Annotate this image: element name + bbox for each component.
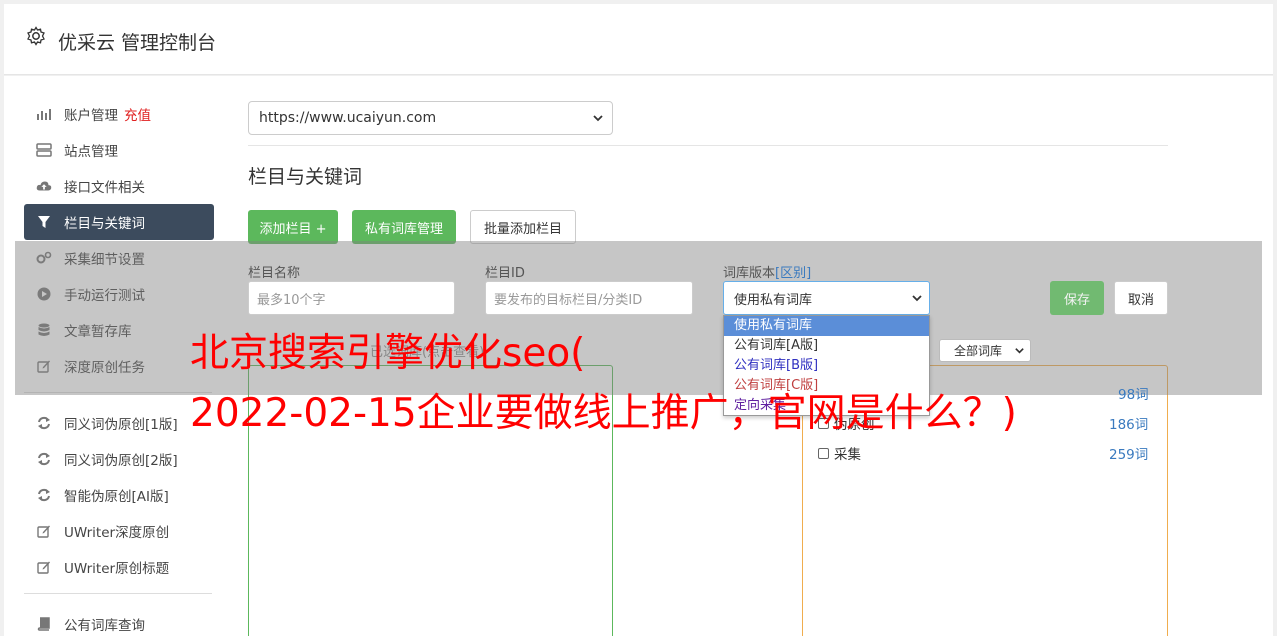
save-button[interactable]: 保存: [1050, 281, 1104, 315]
dropdown-option[interactable]: 公有词库[B版]: [724, 356, 929, 376]
chevron-down-icon: [1015, 348, 1024, 354]
sidebar-item-label: 同义词伪原创[2版]: [64, 453, 178, 469]
add-column-button[interactable]: 添加栏目 +: [248, 210, 338, 244]
lib-filter-select[interactable]: 全部词库: [939, 339, 1031, 362]
lib-row-count: 259词: [1109, 447, 1149, 463]
watermark-line1: 北京搜索引擎优化seo(: [190, 331, 586, 376]
sidebar-item-label: UWriter原创标题: [64, 561, 170, 577]
sidebar-item-label: UWriter深度原创: [64, 525, 170, 541]
refresh-icon: [36, 487, 52, 503]
cloud-upload-icon: [36, 178, 52, 194]
divider: [248, 145, 1168, 146]
lib-version-label-text: 词库版本: [723, 266, 776, 281]
site-select[interactable]: https://www.ucaiyun.com: [248, 101, 613, 135]
bar-chart-icon: [36, 106, 52, 122]
sidebar-item-columns-keywords[interactable]: 栏目与关键词: [24, 204, 214, 240]
sidebar-item-label: 智能伪原创[AI版]: [64, 489, 169, 505]
sidebar-item-public-lib-query[interactable]: 公有词库查询: [24, 606, 214, 636]
lib-version-value: 使用私有词库: [734, 292, 813, 308]
sidebar-item-sites[interactable]: 站点管理: [24, 132, 214, 168]
server-icon: [36, 142, 52, 158]
sidebar-item-ai-rewrite[interactable]: 智能伪原创[AI版]: [24, 477, 214, 513]
site-select-value: https://www.ucaiyun.com: [259, 110, 437, 126]
diff-link[interactable]: [区别]: [775, 266, 811, 281]
lib-version-select[interactable]: 使用私有词库: [723, 281, 930, 315]
column-id-label: 栏目ID: [485, 266, 525, 281]
sidebar-item-account[interactable]: 账户管理 充值: [24, 96, 214, 132]
sidebar-item-label: 接口文件相关: [64, 180, 145, 196]
lib-row-count: 98词: [1118, 387, 1149, 403]
sidebar-item-label: 公有词库查询: [64, 618, 145, 634]
sidebar-item-api-files[interactable]: 接口文件相关: [24, 168, 214, 204]
app-header: 优采云 管理控制台: [4, 4, 1273, 75]
lib-row[interactable]: 采集: [818, 443, 861, 463]
edit-icon: [36, 559, 52, 575]
sidebar-item-synonym-v2[interactable]: 同义词伪原创[2版]: [24, 441, 214, 477]
sidebar-item-label: 账户管理: [64, 108, 118, 124]
chevron-down-icon: [593, 115, 603, 122]
sidebar-item-label: 站点管理: [64, 144, 118, 160]
cancel-button[interactable]: 取消: [1114, 281, 1168, 315]
dropdown-option[interactable]: 使用私有词库: [724, 316, 929, 336]
sidebar-item-uwriter-title[interactable]: UWriter原创标题: [24, 549, 214, 585]
sidebar-item-label: 同义词伪原创[1版]: [64, 417, 178, 433]
sidebar-item-synonym-v1[interactable]: 同义词伪原创[1版]: [24, 405, 214, 441]
refresh-icon: [36, 415, 52, 431]
filter-icon: [36, 214, 52, 230]
column-name-label: 栏目名称: [248, 266, 301, 281]
lib-filter-value: 全部词库: [954, 344, 1003, 358]
dropdown-option[interactable]: 公有词库[A版]: [724, 336, 929, 356]
private-lib-button[interactable]: 私有词库管理: [352, 210, 456, 244]
app-title: 优采云 管理控制台: [58, 32, 217, 54]
section-title: 栏目与关键词: [248, 166, 363, 188]
gear-icon: [27, 26, 45, 46]
lib-row-label: 采集: [834, 447, 861, 463]
sidebar-divider: [24, 593, 212, 594]
sidebar-item-label: 栏目与关键词: [64, 216, 145, 232]
recharge-link[interactable]: 充值: [124, 104, 151, 124]
column-id-input[interactable]: 要发布的目标栏目/分类ID: [485, 281, 693, 315]
edit-icon: [36, 523, 52, 539]
lib-row-count: 186词: [1109, 417, 1149, 433]
lib-version-label: 词库版本[区别]: [723, 262, 811, 281]
column-name-input[interactable]: 最多10个字: [248, 281, 455, 315]
book-icon: [36, 616, 52, 632]
watermark-line2: 2022-02-15企业要做线上推广，官网是什么？): [190, 391, 1017, 436]
sidebar-item-uwriter-deep[interactable]: UWriter深度原创: [24, 513, 214, 549]
refresh-icon: [36, 451, 52, 467]
chevron-down-icon: [912, 295, 922, 302]
checkbox[interactable]: [818, 447, 829, 459]
batch-add-button[interactable]: 批量添加栏目: [470, 210, 576, 244]
